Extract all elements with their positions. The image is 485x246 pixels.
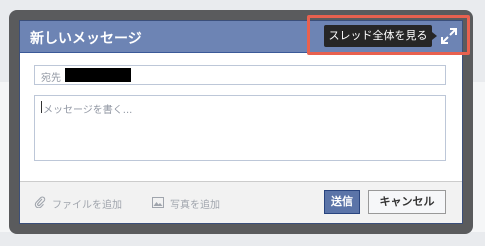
add-photo-link[interactable]: 写真を追加	[152, 196, 220, 211]
message-textarea[interactable]: メッセージを書く...	[34, 95, 446, 161]
paperclip-icon	[34, 196, 46, 211]
add-photo-label: 写真を追加	[170, 200, 220, 211]
redacted-recipient	[65, 68, 131, 82]
dialog-header: 新しいメッセージ スレッド全体を見る	[20, 21, 462, 53]
dialog-footer: ファイルを追加 写真を追加 送信 キャンセル	[20, 181, 462, 223]
photo-icon	[152, 196, 164, 211]
send-button[interactable]: 送信	[324, 190, 360, 214]
view-thread-tooltip: スレッド全体を見る	[324, 25, 432, 47]
dialog-title: 新しいメッセージ	[30, 31, 142, 47]
cancel-button[interactable]: キャンセル	[368, 190, 446, 214]
expand-arrows-icon[interactable]	[440, 27, 458, 45]
message-placeholder: メッセージを書く...	[43, 105, 133, 116]
background-right-panel	[471, 82, 485, 232]
recipient-field[interactable]: 宛先	[34, 65, 446, 85]
text-caret	[41, 101, 42, 113]
new-message-dialog: 新しいメッセージ スレッド全体を見る 宛先 メッセージを書く... ファイルを追…	[19, 20, 463, 224]
recipient-label: 宛先	[41, 73, 61, 84]
attach-file-label: ファイルを追加	[52, 200, 122, 211]
tooltip-arrow	[432, 32, 437, 40]
attach-file-link[interactable]: ファイルを追加	[34, 196, 122, 211]
